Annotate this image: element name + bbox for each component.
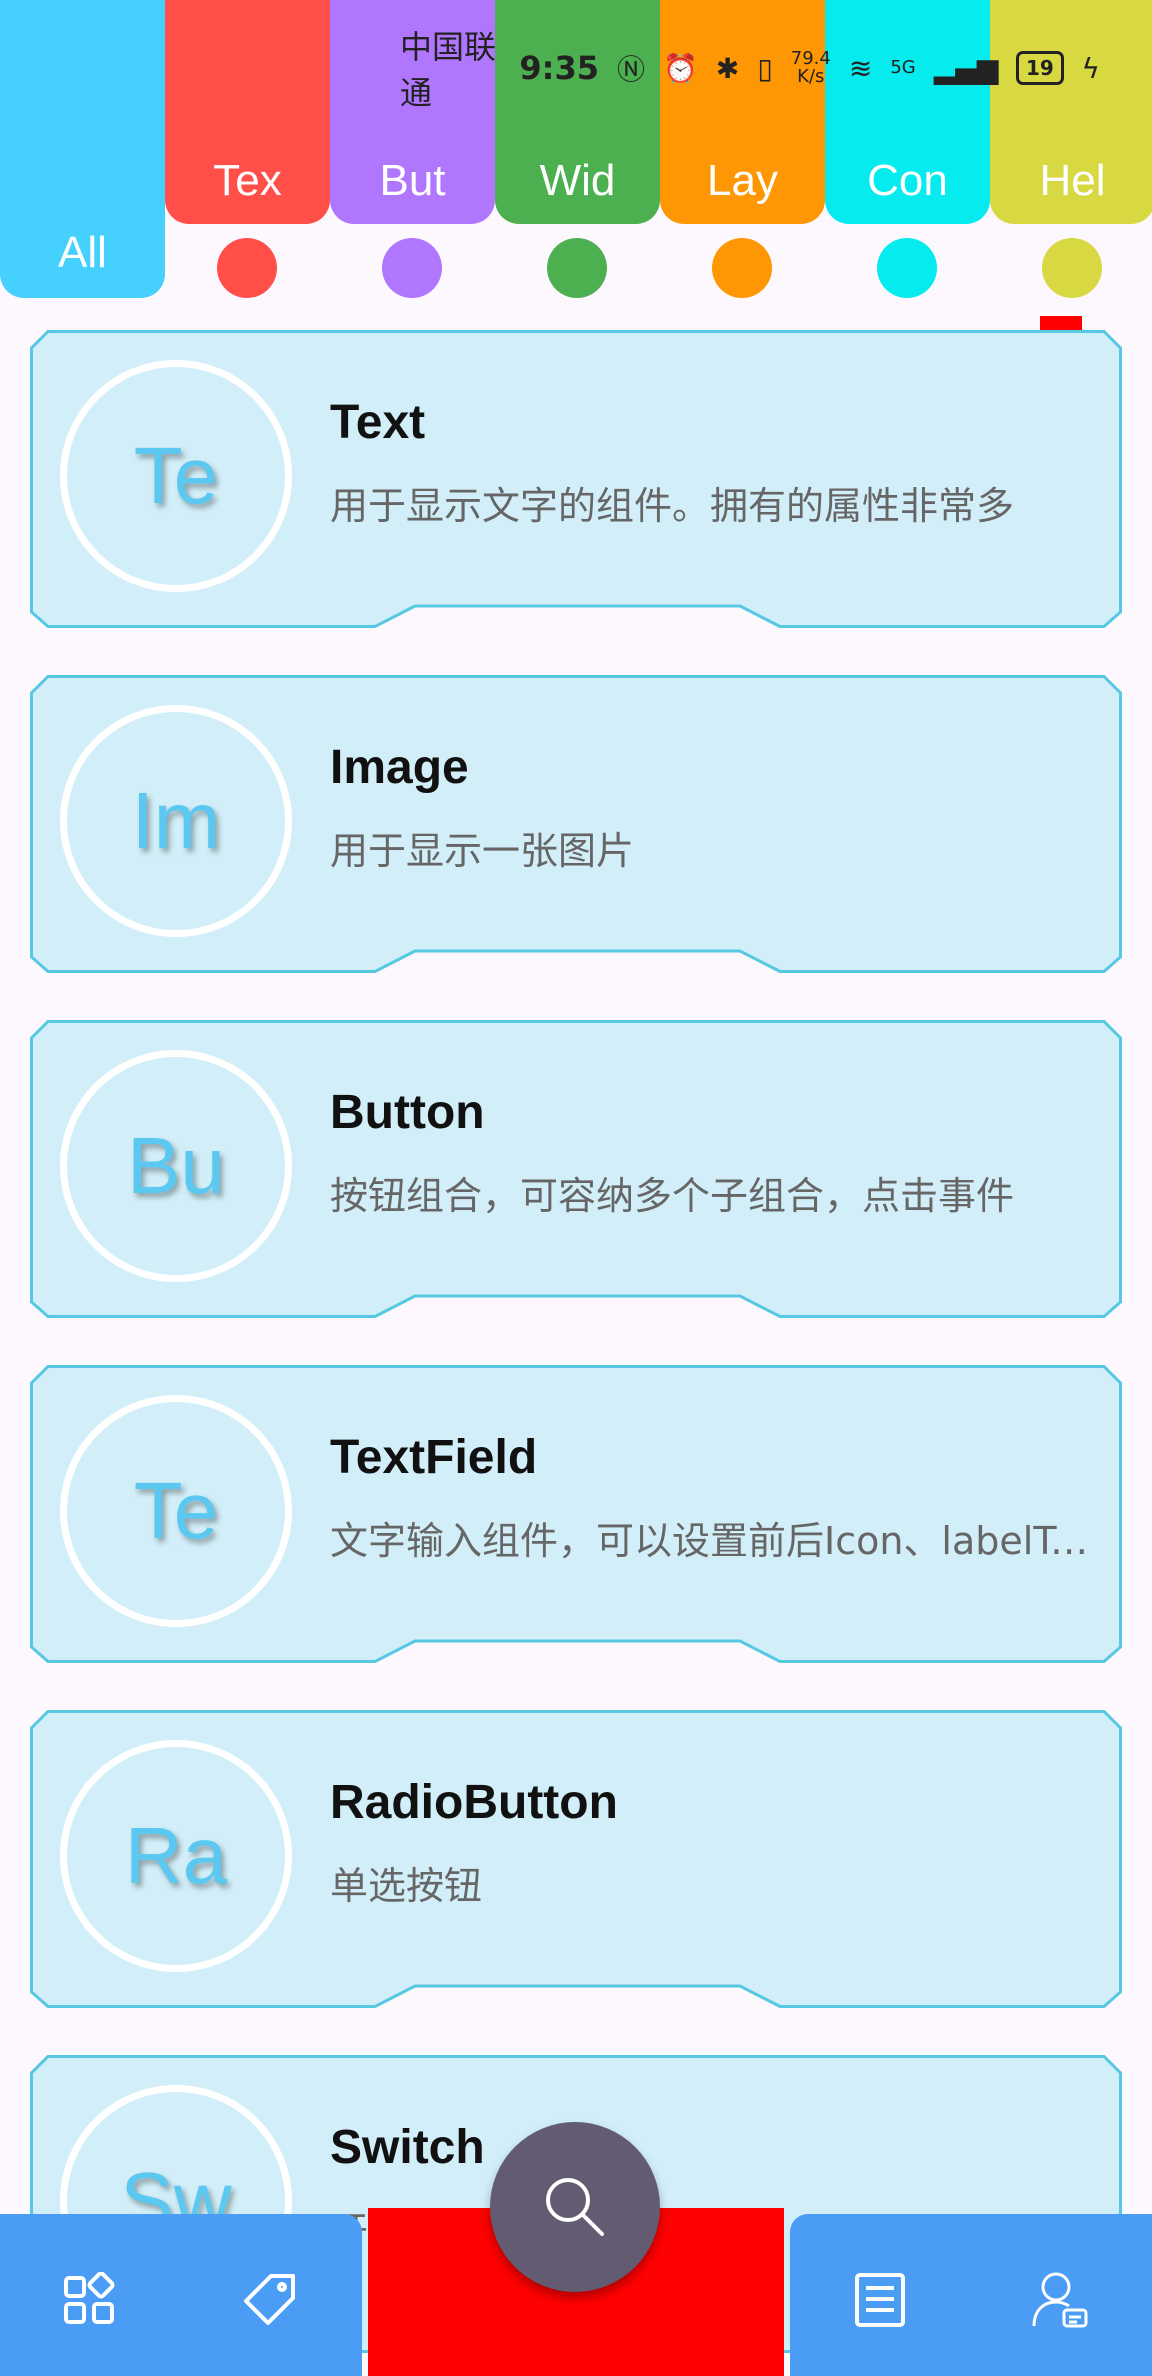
category-dot-con — [877, 238, 937, 298]
status-bar: 中国联通 9:35 Ⓝ ⏰ ✱ ▯ 79.4 K/s ≋ 5G ▂▄▆ 19 ϟ — [400, 28, 1100, 112]
category-tab-lay[interactable]: Lay — [660, 0, 825, 224]
clock: 9:35 — [519, 49, 599, 87]
widget-title: RadioButton — [330, 1776, 618, 1829]
wifi-icon: ≋ — [848, 51, 873, 85]
category-dot-lay — [712, 238, 772, 298]
widget-title: Text — [330, 396, 426, 449]
nfc-icon: Ⓝ — [616, 53, 645, 86]
widget-title: TextField — [330, 1431, 538, 1484]
widget-description: 单选按钮 — [330, 1864, 483, 1908]
article-icon[interactable] — [850, 2270, 910, 2330]
widget-abbr: Te — [133, 1466, 219, 1555]
widget-card[interactable]: Te Text 用于显示文字的组件。拥有的属性非常多 — [30, 330, 1122, 628]
widget-description: 按钮组合，可容纳多个子组合，点击事件 — [330, 1174, 1015, 1218]
category-dot-wid — [547, 238, 607, 298]
widget-avatar: Te — [60, 1395, 292, 1627]
category-dot-tex — [217, 238, 277, 298]
widget-title: Button — [330, 1086, 485, 1139]
carrier-label: 中国联通 — [400, 28, 497, 112]
bottom-nav-right — [790, 2214, 1152, 2376]
widget-abbr: Te — [133, 431, 219, 520]
category-tab-all[interactable]: All — [0, 0, 165, 298]
vibrate-icon: ▯ — [757, 51, 773, 85]
widget-card[interactable]: Ra RadioButton 单选按钮 — [30, 1710, 1122, 2008]
charging-icon: ϟ — [1081, 51, 1100, 85]
widget-card[interactable]: Te TextField 文字输入组件，可以设置前后Icon、labelText — [30, 1365, 1122, 1663]
search-button[interactable] — [490, 2122, 660, 2292]
widget-card[interactable]: Bu Button 按钮组合，可容纳多个子组合，点击事件 — [30, 1020, 1122, 1318]
bluetooth-icon: ✱ — [715, 51, 740, 85]
signal-icon: ▂▄▆ — [933, 51, 999, 85]
widget-avatar: Ra — [60, 1740, 292, 1972]
widget-abbr: Bu — [127, 1121, 225, 1210]
widget-card[interactable]: Im Image 用于显示一张图片 — [30, 675, 1122, 973]
category-dot-hel — [1042, 238, 1102, 298]
grid-icon[interactable] — [60, 2270, 120, 2330]
widget-avatar: Im — [60, 705, 292, 937]
widget-description: 用于显示文字的组件。拥有的属性非常多 — [330, 484, 1015, 528]
category-tab-hel[interactable]: Hel — [990, 0, 1152, 224]
bottom-nav-left — [0, 2214, 362, 2376]
battery-indicator: 19 — [1016, 51, 1064, 85]
alarm-icon: ⏰ — [663, 51, 698, 85]
widget-title: Switch — [330, 2121, 485, 2174]
category-tab-wid[interactable]: Wid — [495, 0, 660, 224]
category-tab-tex[interactable]: Tex — [165, 0, 330, 224]
tag-icon[interactable] — [240, 2270, 300, 2330]
widget-title: Image — [330, 741, 469, 794]
network-type: 5G — [890, 57, 916, 78]
profile-icon[interactable] — [1030, 2270, 1090, 2330]
widget-abbr: Ra — [124, 1811, 228, 1900]
search-icon — [546, 2178, 604, 2236]
widget-avatar: Bu — [60, 1050, 292, 1282]
category-tab-con[interactable]: Con — [825, 0, 990, 224]
widget-abbr: Im — [131, 776, 221, 865]
widget-avatar: Te — [60, 360, 292, 592]
speed-unit: K/s — [797, 66, 825, 87]
widget-description: 用于显示一张图片 — [330, 829, 635, 873]
network-speed: 79.4 K/s — [791, 50, 831, 86]
widget-description: 文字输入组件，可以设置前后Icon、labelText — [330, 1519, 1090, 1563]
category-dot-but — [382, 238, 442, 298]
